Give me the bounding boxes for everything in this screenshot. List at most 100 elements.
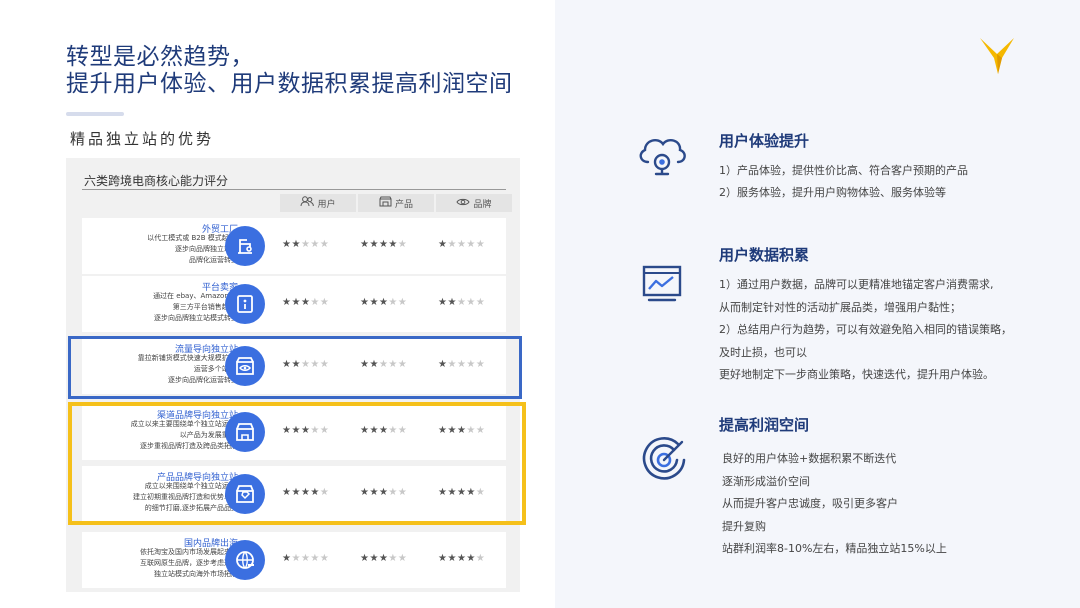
column-header-product: 产品 [358, 194, 434, 212]
description-line: 互联网原生品牌，逐步考虑通过 [140, 559, 238, 567]
star-empty-icon: ★ [319, 297, 330, 308]
star-filled-icon: ★ [369, 297, 379, 308]
panel-title: 六类跨境电商核心能力评分 [84, 174, 229, 188]
star-filled-icon: ★ [300, 297, 311, 308]
sewing-machine-icon [225, 226, 265, 266]
star-empty-icon: ★ [291, 553, 301, 564]
body-line: 从而提升客户忠诚度，吸引更多客户 [722, 497, 898, 510]
star-empty-icon: ★ [397, 297, 408, 308]
section-body: 1）通过用户数据，品牌可以更精准地锚定客户消费需求, 从而制定针对性的活动扩展品… [719, 274, 1059, 387]
description-line: 逐步向品牌独立站和 [175, 245, 238, 253]
star-filled-icon: ★ [466, 553, 476, 564]
star-rating: ★★★★★ [438, 297, 485, 308]
column-label: 品牌 [473, 199, 492, 210]
star-empty-icon: ★ [388, 553, 398, 564]
row-description: 依托淘宝及国内市场发展起来的 互联网原生品牌，逐步考虑通过独立站模式向海外市场拓展 [68, 547, 238, 580]
section-subtitle: 精品独立站的优势 [70, 130, 215, 148]
body-line: 及时止损，也可以 [719, 345, 807, 359]
description-line: 依托淘宝及国内市场发展起来的 [140, 548, 238, 556]
star-empty-icon: ★ [319, 553, 330, 564]
star-empty-icon: ★ [475, 553, 486, 564]
body-line: 2）服务体验，提升用户购物体验、服务体验等 [719, 186, 946, 199]
star-filled-icon: ★ [456, 553, 467, 564]
star-empty-icon: ★ [319, 239, 330, 250]
star-rating: ★★★★★ [360, 297, 407, 308]
star-rating: ★★★★★ [438, 239, 485, 250]
star-rating: ★★★★★ [438, 553, 485, 564]
row-description: 以代工模式或 B2B 模式起步, 逐步向品牌独立站和品牌化运营转型 [68, 233, 238, 266]
description-line: 品牌化运营转型 [189, 256, 238, 264]
star-empty-icon: ★ [466, 239, 476, 250]
page-title: 转型是必然趋势， 提升用户体验、用户数据积累提高利润空间 [66, 44, 546, 98]
star-rating: ★★★★★ [282, 239, 329, 250]
row-description: 通过在 ebay、Amazon 等第三方平台销售起步, 逐步向品牌独立站模式转型 [68, 291, 238, 324]
title-underline [66, 112, 124, 116]
body-line: 逐渐形成溢价空间 [722, 474, 810, 488]
star-empty-icon: ★ [310, 239, 320, 250]
section-profit-margin: 提高利润空间 良好的用户体验+数据积累不断迭代 逐渐形成溢价空间 从而提升客户忠… [636, 414, 1056, 564]
trend-chart-icon [642, 265, 682, 302]
star-filled-icon: ★ [378, 297, 389, 308]
star-rating: ★★★★★ [360, 553, 407, 564]
star-filled-icon: ★ [447, 553, 457, 564]
body-line: 1）产品体验，提供性价比高、符合客户预期的产品 [719, 164, 968, 177]
cloud-webcam-icon [639, 138, 686, 176]
section-body: 良好的用户体验+数据积累不断迭代 逐渐形成溢价空间 从而提升客户忠诚度，吸引更多… [722, 448, 1062, 561]
globe-icon [225, 540, 265, 580]
section-body: 1）产品体验，提供性价比高、符合客户预期的产品 2）服务体验，提升用户购物体验、… [719, 160, 1059, 204]
section-heading: 用户数据积累 [719, 246, 810, 264]
star-rating: ★★★★★ [282, 553, 329, 564]
star-empty-icon: ★ [475, 297, 486, 308]
body-line: 站群利润率8-10%左右，精品独立站15%以上 [722, 542, 947, 555]
highlight-frame-yellow [68, 402, 526, 525]
score-row: 国内品牌出海 依托淘宝及国内市场发展起来的 互联网原生品牌，逐步考虑通过 独立站模式向… [82, 532, 506, 588]
star-empty-icon: ★ [447, 239, 457, 250]
info-board-icon [225, 284, 265, 324]
star-filled-icon: ★ [291, 297, 301, 308]
star-empty-icon: ★ [456, 239, 467, 250]
score-row: 外贸工厂 以代工模式或 B2B 模式起步, 逐步向品牌独立站和 品牌化运营转型 ★★★★… [82, 218, 506, 274]
star-empty-icon: ★ [397, 239, 408, 250]
star-empty-icon: ★ [475, 239, 486, 250]
column-header-brand: 品牌 [436, 194, 512, 212]
star-empty-icon: ★ [456, 297, 467, 308]
description-line: 独立站模式向海外市场拓展 [154, 570, 238, 578]
star-empty-icon: ★ [310, 553, 320, 564]
body-line: 更好地制定下一步商业策略，快速迭代，提升用户体验。 [719, 368, 994, 381]
star-empty-icon: ★ [466, 297, 476, 308]
store-icon [379, 196, 392, 210]
star-filled-icon: ★ [378, 239, 389, 250]
star-filled-icon: ★ [378, 553, 389, 564]
star-filled-icon: ★ [447, 297, 457, 308]
highlight-frame-blue [68, 336, 522, 399]
section-user-data: 用户数据积累 1）通过用户数据，品牌可以更精准地锚定客户消费需求, 从而制定针对… [636, 244, 1056, 384]
eye-icon [456, 197, 471, 210]
star-filled-icon: ★ [388, 239, 398, 250]
star-empty-icon: ★ [310, 297, 320, 308]
section-heading: 提高利润空间 [719, 416, 810, 434]
section-heading: 用户体验提升 [719, 132, 810, 150]
star-empty-icon: ★ [300, 239, 311, 250]
star-filled-icon: ★ [291, 239, 301, 250]
star-empty-icon: ★ [300, 553, 311, 564]
star-empty-icon: ★ [388, 297, 398, 308]
title-line-2: 提升用户体验、用户数据积累提高利润空间 [66, 71, 513, 97]
score-row: 平台卖家 通过在 ebay、Amazon 等第三方平台销售起步, 逐步向品牌独立站模… [82, 276, 506, 332]
star-filled-icon: ★ [369, 239, 379, 250]
section-user-experience: 用户体验提升 1）产品体验，提供性价比高、符合客户预期的产品 2）服务体验，提升… [636, 128, 1056, 199]
title-line-1: 转型是必然趋势， [66, 44, 254, 70]
target-icon [642, 437, 686, 480]
body-line: 从而制定针对性的活动扩展品类，增强用户黏性； [719, 300, 961, 314]
star-rating: ★★★★★ [282, 297, 329, 308]
brand-logo-icon [980, 38, 1014, 74]
star-rating: ★★★★★ [360, 239, 407, 250]
body-line: 2）总结用户行为趋势，可以有效避免陷入相同的错误策略， [719, 323, 1012, 336]
body-line: 提升复购 [722, 519, 766, 533]
star-empty-icon: ★ [397, 553, 408, 564]
column-header-user: 用户 [280, 194, 356, 212]
description-line: 第三方平台销售起步, [172, 303, 238, 311]
column-label: 产品 [394, 199, 413, 210]
description-line: 通过在 ebay、Amazon 等 [153, 292, 238, 300]
column-label: 用户 [317, 199, 336, 210]
description-line: 以代工模式或 B2B 模式起步, [147, 234, 238, 242]
